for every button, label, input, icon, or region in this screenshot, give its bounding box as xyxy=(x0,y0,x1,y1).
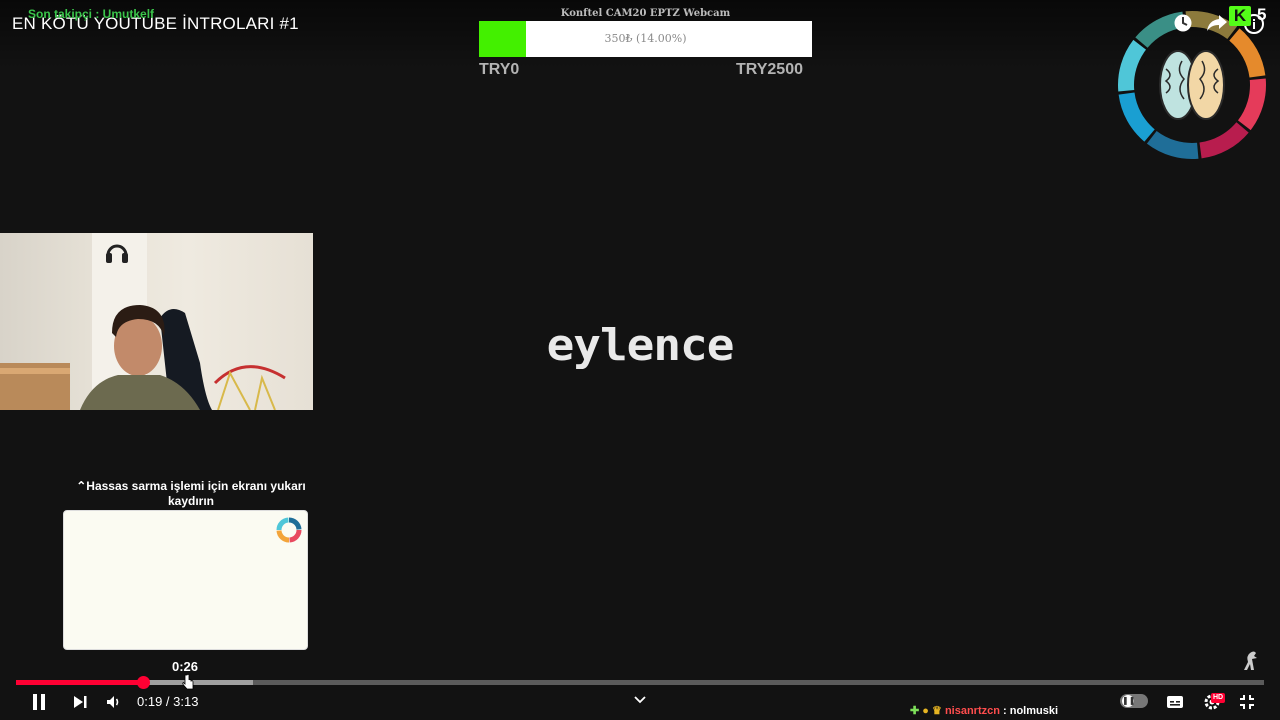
exit-fullscreen-icon xyxy=(1240,695,1254,709)
pause-button[interactable] xyxy=(28,690,50,714)
captions-icon xyxy=(1167,696,1183,708)
exit-fullscreen-button[interactable] xyxy=(1236,690,1258,714)
pause-icon: ❚❚ xyxy=(1122,695,1136,707)
chat-message: ✚ ● ♛ nisanrtzcn : nolmuski xyxy=(910,704,1058,717)
chat-badge-icon: ● xyxy=(922,705,929,717)
follower-alert: Son takipçi : Umutkelf xyxy=(28,7,155,21)
donation-goal-max: TRY2500 xyxy=(736,61,803,78)
donation-goal-bar: 350₺ (14.00%) xyxy=(479,21,812,57)
donation-goal-title: Konftel CAM20 EPTZ Webcam xyxy=(560,8,731,19)
skip-next-icon xyxy=(74,696,87,708)
donation-goal-progress-text: 350₺ (14.00%) xyxy=(604,32,687,45)
time-separator: / xyxy=(162,694,174,709)
intro-text: eylence xyxy=(546,319,735,371)
double-chevron-up-icon: ⌃ xyxy=(76,479,87,493)
donation-goal-min: TRY0 xyxy=(479,61,520,78)
spinner-icon xyxy=(276,517,302,543)
duration: 3:13 xyxy=(173,694,199,709)
kick-logo: K xyxy=(1229,6,1251,26)
expand-chevron-button[interactable] xyxy=(630,688,650,712)
next-button[interactable] xyxy=(70,690,90,714)
pause-icon xyxy=(33,694,45,710)
progress-scrubber[interactable] xyxy=(137,676,151,689)
chevron-down-icon xyxy=(634,696,646,704)
fine-seek-hint: ⌃Hassas sarma işlemi için ekranı yukarı … xyxy=(72,479,310,509)
time-display: 0:19 / 3:13 xyxy=(137,694,198,709)
webcam-feed xyxy=(0,233,313,410)
progress-played xyxy=(16,680,144,685)
fine-seek-hint-text: Hassas sarma işlemi için ekranı yukarı k… xyxy=(86,479,306,508)
crown-icon: ♛ xyxy=(932,705,942,717)
volume-icon xyxy=(107,696,119,708)
hd-badge: HD xyxy=(1211,693,1226,703)
seek-preview-time: 0:26 xyxy=(171,659,199,674)
autoplay-toggle[interactable]: ❚❚ xyxy=(1120,694,1148,708)
chat-username: nisanrtzcn xyxy=(944,705,1000,717)
progress-bar[interactable] xyxy=(16,676,1264,689)
watch-later-icon[interactable] xyxy=(1172,12,1194,34)
hand-cursor-icon xyxy=(182,674,194,690)
chat-message-text: nolmuski xyxy=(1009,705,1059,717)
kick-viewer-count: 5 xyxy=(1257,5,1267,24)
chat-separator: : xyxy=(999,705,1010,717)
seek-preview-thumbnail xyxy=(63,510,308,650)
dinosaur-icon xyxy=(1240,648,1262,672)
current-time: 0:19 xyxy=(137,694,163,709)
share-icon[interactable] xyxy=(1206,12,1228,34)
chat-badge-icon: ✚ xyxy=(910,705,920,717)
volume-button[interactable] xyxy=(104,690,124,714)
subtitles-button[interactable] xyxy=(1164,690,1186,714)
